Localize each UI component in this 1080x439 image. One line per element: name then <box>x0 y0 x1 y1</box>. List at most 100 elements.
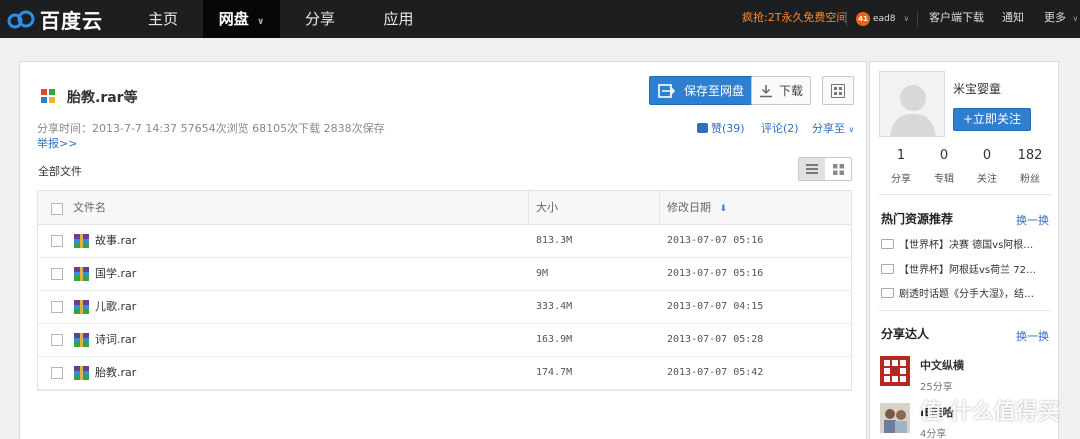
chevron-down-icon: ∨ <box>848 125 855 134</box>
notifications-link[interactable]: 通知 <box>1002 0 1024 38</box>
hot-refresh-link[interactable]: 换一换 <box>1016 212 1049 228</box>
document-icon <box>881 287 894 298</box>
row-checkbox[interactable] <box>51 235 63 247</box>
table-header: 文件名 大小 修改日期 ⬇ <box>38 190 851 225</box>
divider <box>879 194 1051 195</box>
file-table: 文件名 大小 修改日期 ⬇ 故事.rar 813.3M 2013-07-07 0… <box>37 190 852 391</box>
sharer-avatar[interactable] <box>880 403 910 433</box>
rar-file-icon <box>74 333 89 347</box>
share-title: 胎教.rar等 <box>67 90 138 106</box>
breadcrumb-all-files: 全部文件 <box>38 165 82 178</box>
grid-view-button[interactable] <box>825 158 851 180</box>
share-to-menu[interactable]: 分享至 ∨ <box>812 120 854 136</box>
follow-button[interactable]: +立即关注 <box>953 108 1031 131</box>
table-row[interactable]: 胎教.rar 174.7M 2013-07-07 05:42 <box>38 357 851 390</box>
nav-share[interactable]: 分享 <box>280 0 360 38</box>
table-row[interactable]: 诗词.rar 163.9M 2013-07-07 05:28 <box>38 324 851 357</box>
row-checkbox[interactable] <box>51 334 63 346</box>
download-icon <box>759 84 772 97</box>
sharer-avatar[interactable] <box>880 356 910 386</box>
hot-resource-title: 【世界杯】阿根廷vs荷兰 72… <box>899 265 1037 276</box>
hot-resource-item[interactable]: 【世界杯】阿根廷vs荷兰 72… <box>881 261 1036 276</box>
hot-resource-item[interactable]: 【世界杯】决赛 德国vs阿根… <box>881 236 1033 251</box>
rar-file-icon <box>74 300 89 314</box>
document-icon <box>881 263 894 274</box>
qrcode-icon <box>831 84 845 98</box>
rar-file-icon <box>74 267 89 281</box>
document-icon <box>881 238 894 249</box>
user-menu[interactable]: 41 ead8 ∨ <box>856 0 909 38</box>
stat-albums[interactable]: 0 专辑 <box>922 148 966 185</box>
row-checkbox[interactable] <box>51 268 63 280</box>
stat-following-count: 0 <box>982 148 992 163</box>
cloud-logo-icon <box>7 10 35 29</box>
file-size: 163.9M <box>536 334 573 345</box>
table-row[interactable]: 故事.rar 813.3M 2013-07-07 05:16 <box>38 225 851 258</box>
stat-shares-count: 1 <box>896 148 906 163</box>
table-row[interactable]: 国学.rar 9M 2013-07-07 05:16 <box>38 258 851 291</box>
username-label: ead8 <box>873 14 896 24</box>
rar-file-icon <box>74 234 89 248</box>
more-menu[interactable]: 更多 ∨ <box>1044 0 1078 38</box>
stat-following[interactable]: 0 关注 <box>965 148 1009 185</box>
download-button[interactable]: 下载 <box>751 76 811 105</box>
nav-apps[interactable]: 应用 <box>360 0 437 38</box>
promo-link[interactable]: 疯抢:2T永久免费空间 <box>742 0 847 38</box>
hot-resource-item[interactable]: 剧透时话题《分手大湿》，结… <box>881 285 1034 300</box>
column-header-date-label: 修改日期 <box>667 201 711 214</box>
list-view-button[interactable] <box>799 158 825 180</box>
multi-file-icon <box>41 89 55 103</box>
divider <box>879 310 1051 311</box>
sharer-username[interactable]: 米宝婴童 <box>953 80 1001 97</box>
row-checkbox[interactable] <box>51 301 63 313</box>
column-header-date[interactable]: 修改日期 ⬇ <box>667 191 727 225</box>
chevron-down-icon: ∨ <box>1072 14 1079 23</box>
file-size: 813.3M <box>536 235 573 246</box>
report-link[interactable]: 举报>> <box>37 135 77 151</box>
sharer-name[interactable]: 中文纵横 <box>920 357 964 373</box>
table-row[interactable]: 儿歌.rar 333.4M 2013-07-07 04:15 <box>38 291 851 324</box>
stat-shares[interactable]: 1 分享 <box>879 148 923 185</box>
stat-fans[interactable]: 182 粉丝 <box>1008 148 1052 185</box>
like-button[interactable]: 赞(39) <box>697 120 745 136</box>
file-name[interactable]: 故事.rar <box>95 225 136 257</box>
top-navigation-bar: 百度云 主页 网盘 ∨ 分享 应用 疯抢:2T永久免费空间 41 ead8 ∨ … <box>0 0 1080 38</box>
sharer-share-count: 25分享 <box>920 382 953 393</box>
file-name[interactable]: 诗词.rar <box>95 324 136 356</box>
column-divider <box>528 191 529 225</box>
like-count: 赞(39) <box>711 122 745 135</box>
nav-home[interactable]: 主页 <box>123 0 203 38</box>
nav-netdisk[interactable]: 网盘 ∨ <box>203 0 280 38</box>
file-date: 2013-07-07 05:16 <box>667 235 764 246</box>
level-badge: 41 <box>856 12 870 26</box>
file-name[interactable]: 儿歌.rar <box>95 291 136 323</box>
client-download-link[interactable]: 客户端下载 <box>929 0 984 38</box>
file-name[interactable]: 国学.rar <box>95 258 136 290</box>
stat-fans-label: 粉丝 <box>1020 174 1040 185</box>
row-checkbox[interactable] <box>51 367 63 379</box>
avatar[interactable] <box>879 71 945 137</box>
column-header-size[interactable]: 大小 <box>536 191 558 225</box>
brand-logo[interactable]: 百度云 <box>6 6 103 33</box>
sharer-sidebar: 米宝婴童 +立即关注 1 分享 0 专辑 0 关注 182 粉丝 热门资源推荐 … <box>869 61 1059 439</box>
qrcode-button[interactable] <box>822 76 854 105</box>
save-button-label: 保存至网盘 <box>684 84 745 98</box>
file-name[interactable]: 胎教.rar <box>95 357 136 389</box>
stat-shares-label: 分享 <box>891 174 911 185</box>
main-nav: 主页 网盘 ∨ 分享 应用 <box>123 0 437 38</box>
hot-resource-title: 【世界杯】决赛 德国vs阿根… <box>899 240 1034 251</box>
rar-file-icon <box>74 366 89 380</box>
stat-albums-label: 专辑 <box>934 174 954 185</box>
download-button-label: 下载 <box>778 84 803 98</box>
comment-link[interactable]: 评论(2) <box>761 120 799 136</box>
more-label: 更多 <box>1044 11 1066 24</box>
save-arrow-icon <box>658 83 676 98</box>
stat-albums-count: 0 <box>939 148 949 163</box>
divider <box>917 12 918 26</box>
sharers-refresh-link[interactable]: 换一换 <box>1016 328 1049 344</box>
chevron-down-icon: ∨ <box>256 17 265 27</box>
file-date: 2013-07-07 05:16 <box>667 268 764 279</box>
column-header-name[interactable]: 文件名 <box>73 191 106 225</box>
select-all-checkbox[interactable] <box>51 203 63 215</box>
save-to-netdisk-button[interactable]: 保存至网盘 <box>649 76 753 105</box>
